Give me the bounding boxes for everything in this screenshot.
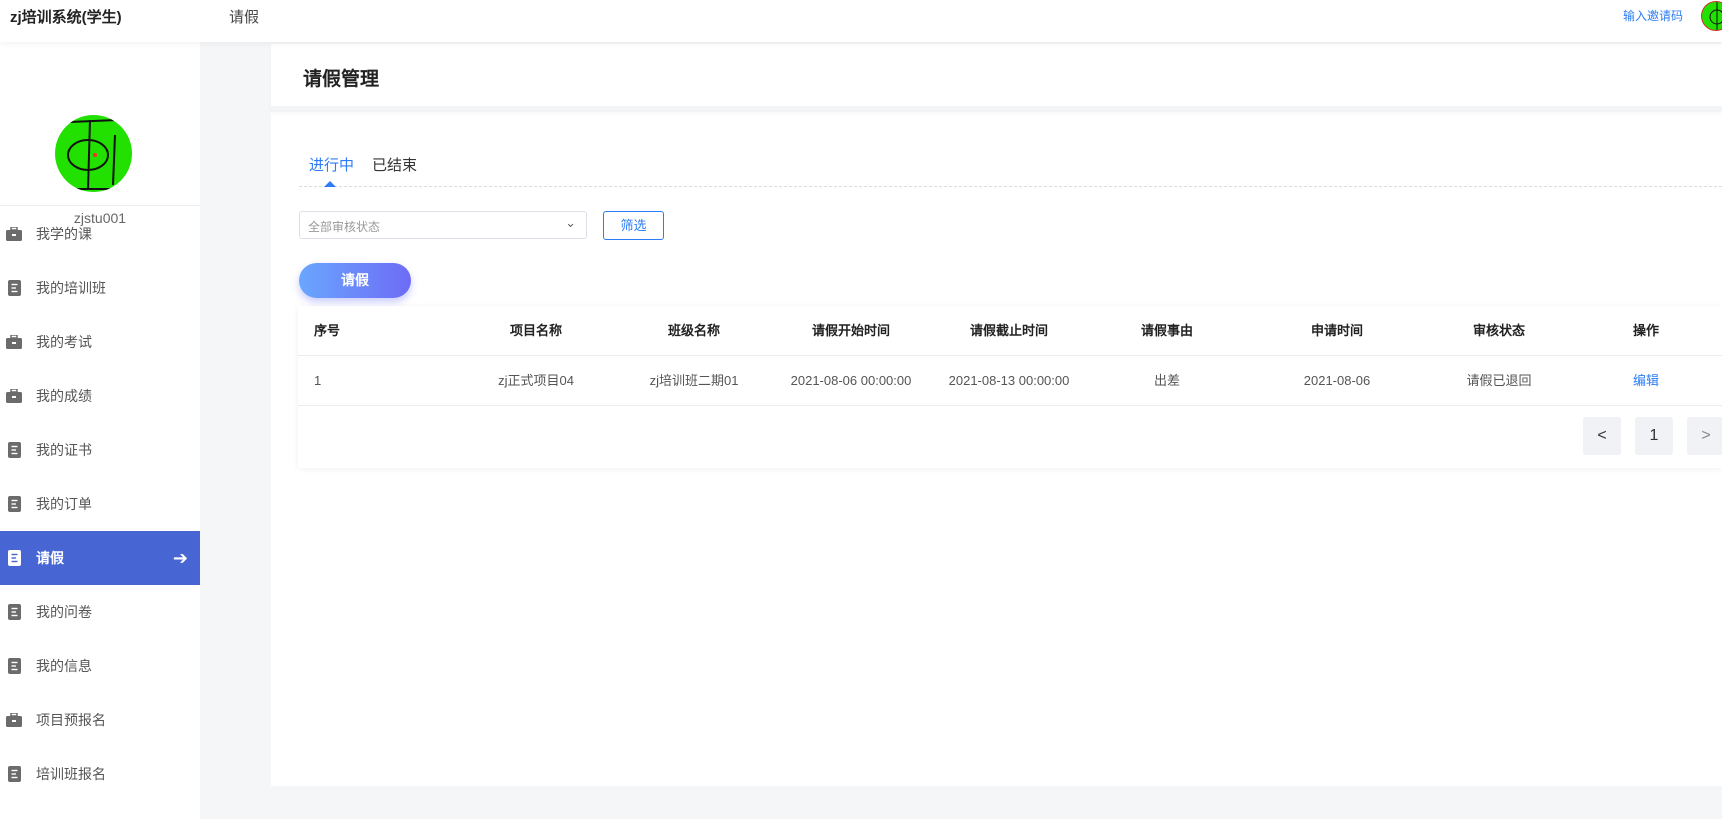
sidebar-item[interactable]: 项目预报名 [0,693,200,747]
table-cell: 2021-08-06 00:00:00 [790,373,912,388]
column-header: 序号 [314,323,341,338]
sidebar: zjstu001 我学的课 我的培训班 我的考试 我的成绩 我的证书 我的订单 请假 ➔ 我的问… [0,42,200,819]
sidebar-item-label: 项目预报名 [36,712,106,728]
sidebar-item-label: 我的信息 [36,658,92,674]
arrow-right-icon: ➔ [172,547,188,568]
sidebar-item-label: 我的培训班 [36,280,106,296]
sidebar-item[interactable]: 我的问卷 [0,585,200,639]
sidebar-item[interactable]: 请假 ➔ [0,531,200,585]
leave-table: 序号 项目名称 班级名称 请假开始时间 请假截止时间 请假事由 申请时间 审核状态 操作 1 zj… [298,306,1722,468]
sidebar-item-label: 我学的课 [36,226,92,242]
briefcase-icon [6,388,22,404]
sidebar-item-label: 我的证书 [36,442,92,458]
prev-page-button[interactable]: < [1583,417,1621,455]
sidebar-item[interactable]: 培训班报名 [0,747,200,801]
column-header: 请假开始时间 [811,323,891,338]
column-header: 申请时间 [1310,323,1364,338]
document-icon [6,604,22,620]
divider [0,205,200,206]
page-title: 请假管理 [271,44,1722,112]
sidebar-item-label: 请假 [36,550,64,566]
nav-leave[interactable]: 请假 [229,6,259,27]
table-row: 1 zj正式项目04 zj培训班二期01 2021-08-06 00:00:00 202… [298,356,1722,406]
sidebar-item-label: 我的问卷 [36,604,92,620]
column-header: 请假截止时间 [969,323,1049,338]
next-page-button[interactable]: > [1687,417,1722,455]
document-icon [6,550,22,566]
top-bar: zj培训系统(学生) 请假 输入邀请码 [0,0,1722,42]
sidebar-item[interactable]: 我的订单 [0,477,200,531]
sidebar-item[interactable]: 我的成绩 [0,369,200,423]
table-cell: 1 [314,373,322,388]
chevron-down-icon: ⌄ [565,215,576,230]
active-tab-indicator [324,181,336,187]
table-cell: zj培训班二期01 [649,373,739,388]
table-cell: 请假已退回 [1466,373,1532,388]
sidebar-item[interactable]: 我的考试 [0,315,200,369]
briefcase-icon [6,226,22,242]
table-cell: 2021-08-13 00:00:00 [948,373,1070,388]
column-header: 操作 [1632,323,1660,338]
document-icon [6,658,22,674]
edit-link[interactable]: 编辑 [1633,356,1659,406]
table-cell: 2021-08-06 [1303,373,1371,388]
review-status-select[interactable]: 全部审核状态 ⌄ [299,211,587,239]
page-1-button[interactable]: 1 [1635,417,1673,455]
table-cell: 出差 [1153,373,1181,388]
sidebar-menu: 我学的课我的培训班我的考试我的成绩我的证书我的订单请假 ➔ 我的问卷我的信息项目预报… [0,207,200,801]
column-header: 请假事由 [1140,323,1194,338]
column-header: 班级名称 [667,323,721,338]
apply-leave-button[interactable]: 请假 [299,263,411,298]
column-header: 项目名称 [509,323,563,338]
sidebar-item[interactable]: 我的证书 [0,423,200,477]
sidebar-item[interactable]: 我的培训班 [0,261,200,315]
tab-in-progress[interactable]: 进行中 [309,154,354,175]
table-cell: zj正式项目04 [498,373,574,388]
briefcase-icon [6,334,22,350]
sidebar-item-label: 我的考试 [36,334,92,350]
user-avatar[interactable] [1701,1,1722,31]
sidebar-item-label: 我的订单 [36,496,92,512]
document-icon [6,496,22,512]
document-icon [6,766,22,782]
tab-finished[interactable]: 已结束 [372,154,417,175]
main-content: 请假管理 进行中 已结束 全部审核状态 ⌄ 筛选 请假 序号 项目名称 班级名称 请假… [271,44,1722,786]
column-header: 审核状态 [1472,323,1526,338]
sidebar-item[interactable]: 我学的课 [0,207,200,261]
profile-avatar [55,115,132,192]
sidebar-item-label: 我的成绩 [36,388,92,404]
invite-code-link[interactable]: 输入邀请码 [1623,7,1683,24]
filter-button[interactable]: 筛选 [603,211,664,240]
brand-title: zj培训系统(学生) [10,9,122,26]
sidebar-item-label: 培训班报名 [36,766,106,782]
sidebar-item[interactable]: 我的信息 [0,639,200,693]
briefcase-icon [6,712,22,728]
select-placeholder: 全部审核状态 [308,220,381,234]
tabs: 进行中 已结束 [299,150,1722,187]
document-icon [6,442,22,458]
table-header: 序号 项目名称 班级名称 请假开始时间 请假截止时间 请假事由 申请时间 审核状态 操作 [298,306,1722,356]
document-icon [6,280,22,296]
